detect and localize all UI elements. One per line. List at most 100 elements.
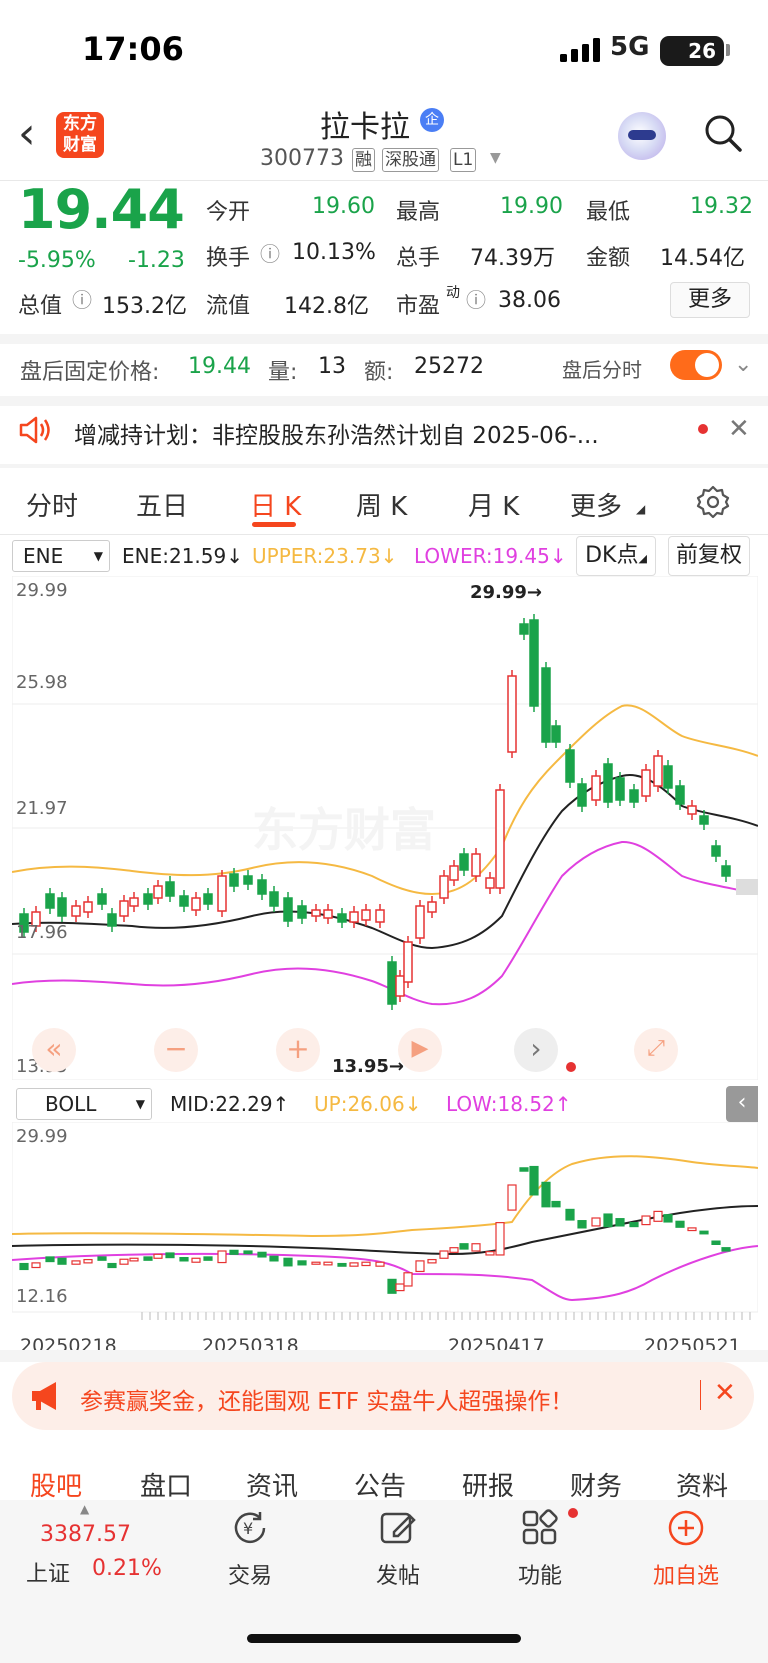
tab-research[interactable]: 研报 (462, 1466, 514, 1503)
play-icon[interactable]: ▶ (398, 1028, 442, 1072)
banner-text[interactable]: 参赛赢奖金，还能围观 ETF 实盘牛人超强操作！ (80, 1382, 573, 1416)
red-dot (566, 1062, 576, 1072)
candle (629, 1222, 639, 1228)
low-label: 最低 (586, 200, 631, 225)
candle (449, 865, 459, 881)
index-name: 上证 (26, 1562, 71, 1587)
candle (459, 1243, 469, 1250)
turnover-value: 10.13% (292, 240, 376, 265)
gear-icon[interactable] (695, 484, 731, 520)
candle (107, 913, 117, 927)
candle (663, 765, 673, 789)
candle (615, 777, 625, 801)
nav-functions[interactable]: 功能 (490, 1508, 590, 1590)
section-gap (0, 464, 768, 468)
candle (415, 905, 425, 939)
candle (387, 1278, 397, 1294)
candle (83, 1258, 93, 1264)
chevron-down-icon[interactable]: ▼ (490, 150, 501, 166)
status-time: 17:06 (82, 30, 184, 68)
candle (459, 853, 469, 871)
indicator-select-boll[interactable]: BOLL ▼ (16, 1088, 152, 1120)
k-line-chart[interactable]: 东方财富 29.99 25.98 21.97 17.96 13.95 29.99… (12, 576, 758, 1080)
back-icon[interactable]: ‹ (18, 112, 36, 156)
upper-value: UPPER:23.73↓ (252, 544, 398, 568)
tab-pankou[interactable]: 盘口 (140, 1466, 192, 1503)
section-gap (0, 396, 768, 406)
amount-label: 金额 (586, 246, 631, 271)
caret-up-icon[interactable]: ▲ (80, 1502, 89, 1516)
candle (519, 1167, 529, 1172)
dk-button[interactable]: DK点◢ (576, 536, 656, 576)
low-value: 19.32 (690, 194, 753, 219)
candle (541, 667, 551, 743)
tab-weekly-k[interactable]: 周 K (356, 486, 407, 523)
tab-finance[interactable]: 财务 (570, 1466, 622, 1503)
tab-intraday[interactable]: 分时 (26, 486, 78, 523)
afterhours-toggle[interactable] (670, 350, 722, 380)
tab-daily-k[interactable]: 日 K (250, 486, 301, 523)
battery-cap (726, 44, 730, 56)
tab-announcement[interactable]: 公告 (354, 1466, 406, 1503)
boll-chart[interactable]: 29.99 12.16 20250218 20250318 20250417 2… (12, 1122, 758, 1362)
y-label-3: 21.97 (16, 798, 68, 819)
info-icon[interactable]: ⓘ (260, 238, 280, 267)
close-icon[interactable]: ✕ (714, 1378, 736, 1408)
candle (57, 1257, 67, 1265)
chevron-down-icon[interactable]: ⌄ (734, 352, 752, 377)
tag-level1: L1 (450, 148, 477, 172)
adjust-button[interactable]: 前复权 (668, 536, 750, 576)
zoom-out-icon[interactable]: − (154, 1028, 198, 1072)
candle (395, 1283, 405, 1292)
nav-post[interactable]: 发帖 (348, 1508, 448, 1590)
collapse-icon[interactable]: ‹ (726, 1086, 758, 1122)
assistant-avatar[interactable] (618, 112, 666, 160)
tab-news[interactable]: 资讯 (246, 1466, 298, 1503)
pe-label: 市盈 (396, 294, 441, 319)
nav-trade[interactable]: ¥ 交易 (200, 1508, 300, 1590)
candle (349, 1262, 359, 1267)
tag-shenzhen-connect: 深股通 (382, 148, 439, 172)
grid-icon (522, 1509, 558, 1545)
candle (495, 1222, 505, 1256)
tab-profile[interactable]: 资料 (676, 1466, 728, 1503)
fullscreen-icon[interactable]: ⤢ (634, 1028, 678, 1072)
candle (143, 893, 153, 905)
tab-monthly-k[interactable]: 月 K (468, 486, 519, 523)
y-label-top: 29.99 (16, 580, 68, 601)
float-cap-label: 流值 (206, 294, 251, 319)
tab-guba[interactable]: 股吧 (30, 1466, 82, 1503)
trade-icon: ¥ (234, 1512, 266, 1544)
nav-add-watchlist[interactable]: 加自选 (636, 1508, 736, 1590)
more-button[interactable]: 更多 (670, 282, 750, 318)
candle (699, 815, 709, 825)
candle (203, 1256, 213, 1261)
candle (675, 785, 685, 805)
close-icon[interactable]: ✕ (728, 414, 750, 444)
open-value: 19.60 (312, 194, 375, 219)
zoom-in-icon[interactable]: + (276, 1028, 320, 1072)
change-percent: -5.95% (18, 248, 96, 273)
search-icon[interactable] (704, 114, 742, 152)
candle (653, 1210, 663, 1222)
candle (471, 853, 481, 877)
indicator-select[interactable]: ENE ▼ (12, 540, 110, 572)
candle (71, 1260, 81, 1265)
candle (653, 755, 663, 787)
index-value[interactable]: 3387.57 (40, 1522, 131, 1547)
y-label-4: 17.96 (16, 922, 68, 943)
info-icon[interactable]: ⓘ (72, 284, 92, 313)
next-icon[interactable]: › (514, 1028, 558, 1072)
notice-text[interactable]: 增减持计划：非控股股东孙浩然计划自 2025-06-... (74, 416, 654, 450)
tab-five-day[interactable]: 五日 (136, 486, 188, 523)
section-gap (0, 1350, 768, 1362)
pe-superscript: 动 (446, 285, 460, 301)
open-label: 今开 (206, 200, 251, 225)
candle (97, 893, 107, 905)
candle (439, 875, 449, 899)
info-icon[interactable]: ⓘ (466, 284, 486, 313)
scroll-left-icon[interactable]: « (32, 1028, 76, 1072)
index-percent: 0.21% (92, 1556, 162, 1581)
tab-more[interactable]: 更多 (570, 486, 622, 523)
candle (129, 1257, 139, 1262)
